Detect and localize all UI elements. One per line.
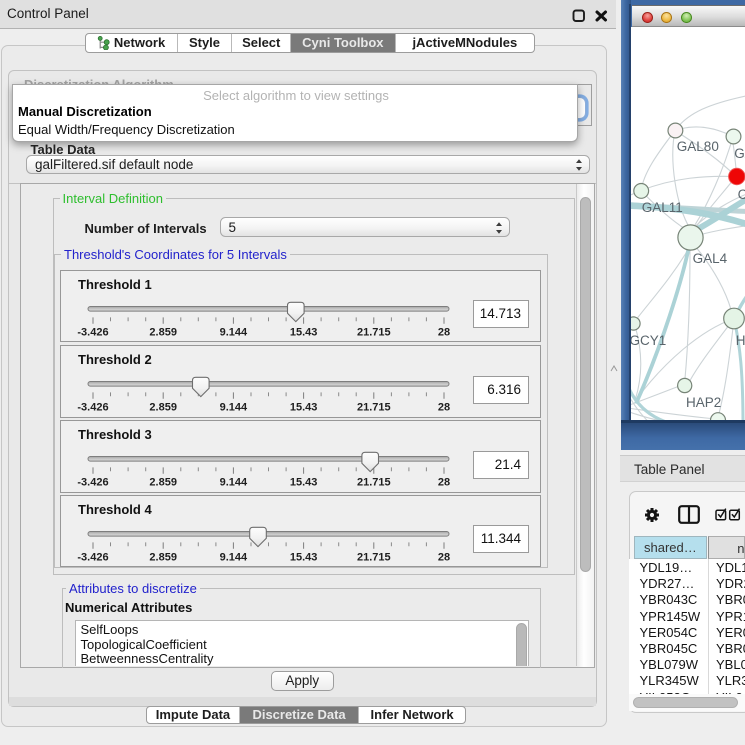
svg-text:GAL80: GAL80 <box>677 139 719 154</box>
svg-text:2.859: 2.859 <box>149 551 177 563</box>
svg-text:28: 28 <box>438 401 450 413</box>
svg-text:9.144: 9.144 <box>220 476 248 488</box>
svg-text:9.144: 9.144 <box>220 401 248 413</box>
svg-text:GAL11: GAL11 <box>642 200 683 215</box>
svg-text:9.144: 9.144 <box>220 326 248 338</box>
svg-text:28: 28 <box>438 326 450 338</box>
svg-text:28: 28 <box>438 551 450 563</box>
svg-text:2.859: 2.859 <box>149 326 177 338</box>
svg-text:21.715: 21.715 <box>357 476 391 488</box>
svg-text:-3.426: -3.426 <box>77 401 108 413</box>
svg-text:-3.426: -3.426 <box>77 551 108 563</box>
svg-text:9.144: 9.144 <box>220 551 248 563</box>
svg-text:21.715: 21.715 <box>357 326 391 338</box>
svg-text:15.43: 15.43 <box>290 401 318 413</box>
svg-text:15.43: 15.43 <box>290 476 318 488</box>
svg-text:15.43: 15.43 <box>290 326 318 338</box>
svg-text:21.715: 21.715 <box>357 551 391 563</box>
svg-text:GA: GA <box>734 146 745 161</box>
svg-text:21.715: 21.715 <box>357 401 391 413</box>
svg-text:2.859: 2.859 <box>149 401 177 413</box>
svg-text:CD: CD <box>738 187 745 202</box>
svg-text:15.43: 15.43 <box>290 551 318 563</box>
svg-text:-3.426: -3.426 <box>77 326 108 338</box>
svg-text:2.859: 2.859 <box>149 476 177 488</box>
svg-text:28: 28 <box>438 476 450 488</box>
svg-text:HAP2: HAP2 <box>686 395 721 410</box>
svg-text:HI: HI <box>736 333 745 348</box>
svg-text:GAL4: GAL4 <box>693 251 728 266</box>
svg-text:-3.426: -3.426 <box>77 476 108 488</box>
svg-text:GCY1: GCY1 <box>631 333 666 348</box>
